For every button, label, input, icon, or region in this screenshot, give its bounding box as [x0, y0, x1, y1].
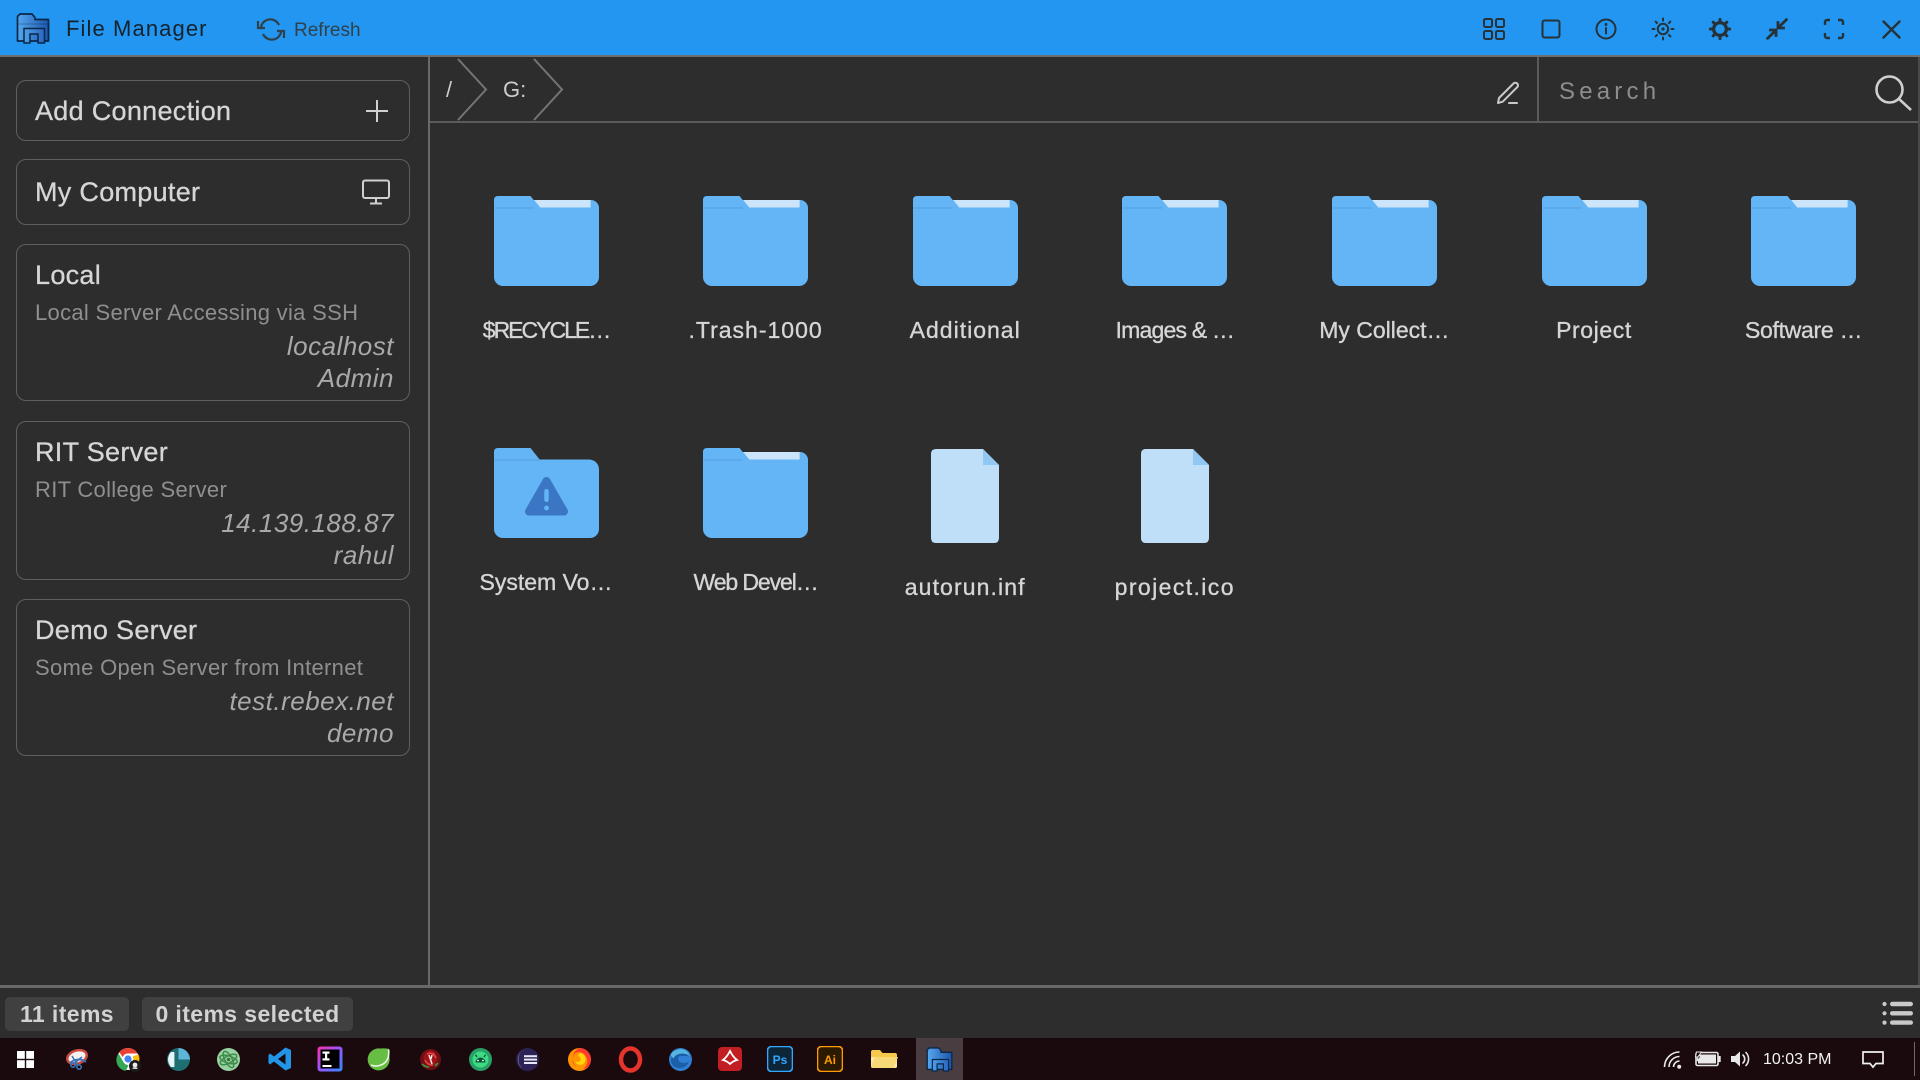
svg-text:Ps: Ps — [773, 1053, 788, 1067]
svg-text:Ai: Ai — [824, 1053, 836, 1067]
